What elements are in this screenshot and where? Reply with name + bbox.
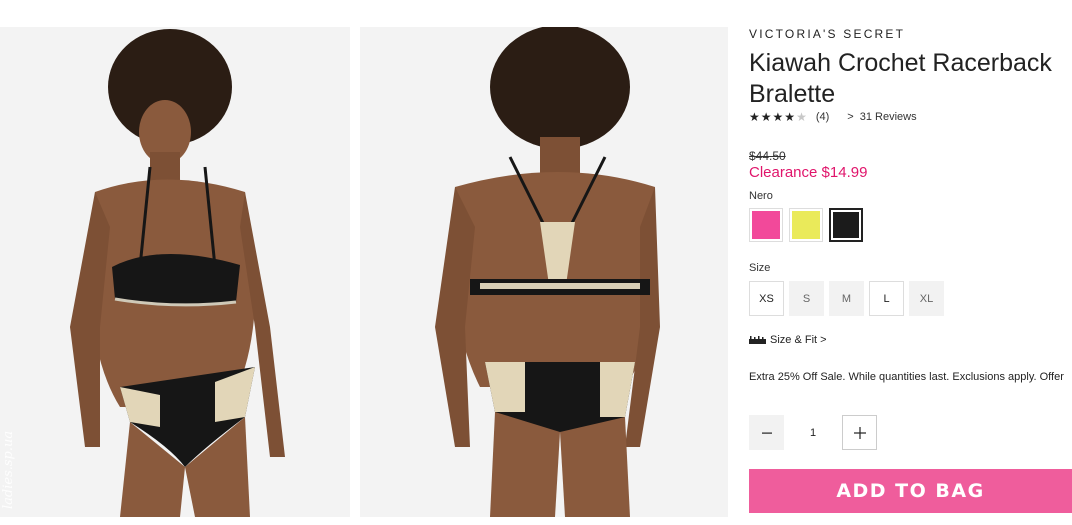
rating-count: (4)	[815, 111, 830, 123]
selected-color-name: Nero	[749, 190, 773, 202]
product-image-front[interactable]: ladies.sp.ua	[0, 27, 350, 517]
product-details-panel: VICTORIA'S SECRET Kiawah Crochet Racerba…	[749, 0, 1072, 525]
original-price: $44.50	[749, 149, 786, 163]
swatch-fill	[792, 211, 820, 239]
size-label: Size	[749, 262, 771, 274]
brand-name[interactable]: VICTORIA'S SECRET	[749, 27, 905, 41]
model-front-illustration	[0, 27, 350, 517]
product-image-back[interactable]	[360, 27, 728, 517]
star-icon: ★	[760, 110, 772, 124]
color-swatches	[749, 208, 869, 242]
star-empty-icon: ★	[796, 110, 807, 124]
product-title: Kiawah Crochet Racerback Bralette	[749, 49, 1052, 108]
decrease-quantity-button[interactable]	[749, 415, 784, 450]
minus-icon	[761, 432, 772, 434]
ruler-icon	[749, 336, 766, 344]
rating-row: ★ ★ ★ ★ ★ (4) > 31 Reviews	[749, 111, 917, 123]
size-option-s[interactable]: S	[789, 281, 824, 316]
size-option-xl[interactable]: XL	[909, 281, 944, 316]
size-options: XS S M L XL	[749, 281, 949, 316]
promo-text: Extra 25% Off Sale. While quantities las…	[749, 371, 1064, 383]
star-icon: ★	[749, 110, 760, 124]
color-swatch-pink[interactable]	[749, 208, 783, 242]
quantity-value[interactable]: 1	[784, 427, 842, 439]
swatch-fill	[752, 211, 780, 239]
sale-price: Clearance $14.99	[749, 164, 868, 181]
star-icon: ★	[784, 110, 796, 124]
reviews-link[interactable]: 31 Reviews	[860, 111, 917, 123]
size-option-xs[interactable]: XS	[749, 281, 784, 316]
chevron-right-icon: >	[847, 111, 854, 123]
star-icon: ★	[772, 110, 784, 124]
chevron-right-icon: >	[820, 334, 827, 346]
watermark-text: ladies.sp.ua	[1, 430, 16, 509]
plus-icon	[853, 426, 866, 439]
increase-quantity-button[interactable]	[842, 415, 877, 450]
color-swatch-yellow[interactable]	[789, 208, 823, 242]
swatch-fill	[833, 212, 859, 238]
color-swatch-black[interactable]	[829, 208, 863, 242]
model-back-illustration	[360, 27, 728, 517]
size-fit-label: Size & Fit	[770, 334, 818, 346]
size-option-m[interactable]: M	[829, 281, 864, 316]
size-fit-link[interactable]: Size & Fit >	[749, 334, 827, 346]
quantity-stepper: 1	[749, 415, 877, 450]
add-to-bag-button[interactable]: ADD TO BAG	[749, 469, 1072, 513]
star-rating[interactable]: ★ ★ ★ ★ ★	[749, 111, 808, 123]
size-option-l[interactable]: L	[869, 281, 904, 316]
